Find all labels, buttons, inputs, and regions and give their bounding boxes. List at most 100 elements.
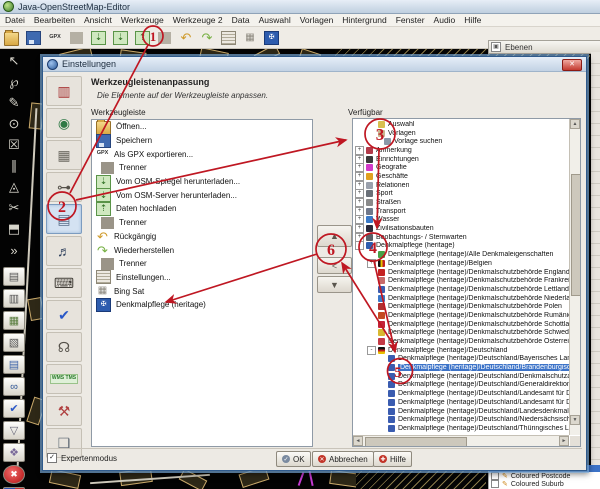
tree-row[interactable]: Denkmalpflege (heritage)/Denkmalschutzbe… [354,285,569,294]
expander-icon[interactable]: + [355,224,364,233]
toolbar-item-open[interactable]: Öffnen... [92,120,312,134]
projection-settings-icon[interactable]: ▦ [46,140,82,170]
display-settings-icon[interactable]: ▥ [46,76,82,106]
toolbar-item-separator[interactable]: Trenner [92,257,312,271]
expander-icon[interactable]: + [355,233,364,242]
menu-item[interactable]: Werkzeuge 2 [173,15,223,25]
tree-row[interactable]: Denkmalpflege (heritage)/Deutschland/Den… [354,372,569,381]
layers-panel-toggle-icon[interactable]: ▤ [3,267,25,286]
menu-item[interactable]: Werkzeuge [121,15,164,25]
toolbar-item-separator[interactable]: Trenner [92,216,312,230]
ok-button[interactable]: ✓ OK [276,451,311,467]
imagery-grid-icon[interactable]: ▦ [243,30,257,46]
scroll-right-icon[interactable]: ► [559,436,569,446]
toolbar-item-gpx[interactable]: GPX Als GPX exportieren... [92,147,312,161]
audio-settings-icon[interactable]: ♬ [46,236,82,266]
heritage-icon[interactable]: ✠ [264,30,279,46]
expander-icon[interactable]: + [355,172,364,181]
layers-panel-header[interactable]: ▣ Ebenen [488,40,600,54]
close-icon[interactable]: ✕ [562,59,582,71]
tree-row[interactable]: Denkmalpflege (heritage)/Deutschland/Bay… [354,355,569,364]
connection-settings-icon[interactable]: ◉ [46,108,82,138]
tree-row[interactable]: Vorlagen [354,129,569,138]
expander-icon[interactable]: + [355,181,364,190]
menu-item[interactable]: Audio [434,15,456,25]
osm-data-settings-icon[interactable]: ⊶ [46,172,82,202]
menu-item[interactable]: Data [232,15,250,25]
relations-panel-toggle-icon[interactable]: ▧ [3,333,25,352]
scroll-left-icon[interactable]: ◄ [353,436,363,446]
dialog-titlebar[interactable]: Einstellungen ✕ [43,57,586,72]
plugins-settings-icon[interactable]: ⚒ [46,396,82,426]
split-way-tool-icon[interactable]: ✂ [3,198,25,218]
add-to-toolbar-button[interactable]: < [317,257,352,274]
tree-row[interactable]: + Zivilisationsbauten [354,224,569,233]
toolbar-item-undo[interactable]: ↶ Rückgängig [92,230,312,244]
tree-row[interactable]: Denkmalpflege (heritage)/Denkmalschutzbe… [354,311,569,320]
error-indicator-icon[interactable]: ✖ [3,465,25,484]
help-button[interactable]: ✚ Hilfe [373,451,412,467]
open-icon[interactable] [4,30,19,46]
tree-row[interactable]: Denkmalpflege (heritage)/Deutschland/Lan… [354,398,569,407]
tree-row[interactable]: + Transport [354,207,569,216]
tree-row[interactable]: Denkmalpflege (heritage)/Deutschland/Gen… [354,381,569,390]
validator-settings-icon[interactable]: ✔ [46,300,82,330]
preferences-toolbar-icon[interactable] [221,30,236,46]
tree-row[interactable]: Denkmalpflege (heritage)/Deutschland/Thü… [354,424,569,433]
map-styles-panel-toggle-icon[interactable]: ❖ [3,443,25,462]
commands-panel-toggle-icon[interactable]: ▤ [3,355,25,374]
menu-item[interactable]: Auswahl [259,15,291,25]
tree-row[interactable]: Denkmalpflege (heritage)/Deutschland/Lan… [354,407,569,416]
move-up-button[interactable]: ▲ [317,225,352,247]
expert-mode-checkbox[interactable]: ✓ [47,453,57,463]
parallel-tool-icon[interactable]: ∥ [3,156,25,176]
filter-panel-toggle-icon[interactable]: ▽ [3,421,25,440]
expander-icon[interactable]: - [355,241,364,250]
toolbar-item-download-mirror[interactable]: ⇣ Vom OSM-Spiegel herunterladen... [92,175,312,189]
collapse-icon[interactable]: ▣ [491,42,501,52]
cancel-button[interactable]: ✕ Abbrechen [312,451,374,467]
move-down-button[interactable]: ▼ [317,276,352,293]
style-item[interactable]: ✎ Coloured Postcode [489,472,600,480]
vertical-scrollbar[interactable]: ▲ ▼ [569,119,580,435]
expander-icon[interactable]: + [355,198,364,207]
tree-row[interactable]: + Sport [354,190,569,199]
draw-node-tool-icon[interactable]: ✎ [3,93,25,113]
scroll-down-icon[interactable]: ▼ [570,415,580,425]
more-tools-icon[interactable]: » [3,240,25,260]
tree-row[interactable]: + Relationen [354,181,569,190]
menu-item[interactable]: Fenster [396,15,425,25]
toolbar-item-heritage[interactable]: ✠ Denkmalpflege (heritage) [92,298,312,312]
menu-item[interactable]: Ansicht [84,15,112,25]
undo-icon[interactable]: ↶ [179,30,193,46]
tree-row[interactable]: + Straßen [354,198,569,207]
expander-icon[interactable]: + [355,215,364,224]
tree-row[interactable]: Denkmalpflege (heritage)/Denkmalschutzbe… [354,337,569,346]
gpx-export-icon[interactable]: GPX [48,30,62,46]
expander-icon[interactable]: + [355,189,364,198]
tree-row[interactable]: + Geschäfte [354,172,569,181]
toolbar-item-preferences[interactable]: Einstellungen... [92,271,312,285]
redo-icon[interactable]: ↷ [200,30,214,46]
zoom-tool-icon[interactable]: ⊙ [3,114,25,134]
remote-control-settings-icon[interactable]: ☊ [46,332,82,362]
scrollbar-thumb[interactable] [365,437,467,447]
tree-row[interactable]: Denkmalpflege (heritage)/Alle Denkmaleig… [354,250,569,259]
menu-item[interactable]: Vorlagen [300,15,334,25]
tree-row[interactable]: Denkmalpflege (heritage)/Denkmalschutzbe… [354,302,569,311]
tree-row[interactable]: + Einrichtungen [354,155,569,164]
shortcuts-settings-icon[interactable]: ⌨ [46,268,82,298]
tree-row[interactable]: Denkmalpflege (heritage)/Denkmalschutzbe… [354,276,569,285]
expander-icon[interactable]: - [367,346,376,355]
menu-item[interactable]: Hilfe [464,15,481,25]
toolbar-item-redo[interactable]: ↷ Wiederherstellen [92,243,312,257]
menu-item[interactable]: Datei [5,15,25,25]
toolbar-item-separator[interactable]: Trenner [92,161,312,175]
properties-panel-toggle-icon[interactable]: ▥ [3,289,25,308]
tree-row[interactable]: Auswahl [354,120,569,129]
tree-row[interactable]: Denkmalpflege (heritage)/Denkmalschutzbe… [354,294,569,303]
tree-row[interactable]: Denkmalpflege (heritage)/Deutschland/Nie… [354,415,569,424]
expander-icon[interactable]: + [355,163,364,172]
toolbar-separator[interactable] [157,30,172,46]
tree-row[interactable]: - Denkmalpflege (heritage) [354,242,569,251]
